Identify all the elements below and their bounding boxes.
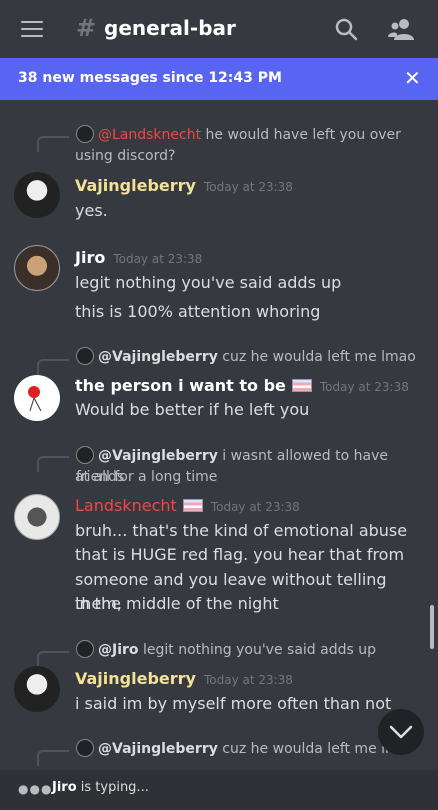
typing-dots-icon: ●●● [18,782,53,796]
message-author[interactable]: the person i want to be Today at 23:38 [75,376,409,395]
message-text: legit nothing you've said adds up [75,273,342,292]
message-author[interactable]: Vajingleberry Today at 23:38 [75,176,293,195]
message-author[interactable]: Jiro Today at 23:38 [75,248,202,267]
new-messages-banner[interactable]: 38 new messages since 12:43 PM ✕ [0,58,438,100]
typing-indicator: ●●● Jiro is typing... [0,770,438,810]
reply-text-continued: using discord? [75,148,176,164]
reply-preview[interactable]: @Vajingleberry cuz he woulda left me lma… [76,347,416,368]
reply-spine [37,750,69,766]
reply-avatar [76,640,94,658]
timestamp: Today at 23:38 [203,673,293,687]
reply-text: cuz he woulda left me lmao [217,349,416,365]
avatar[interactable] [14,494,60,540]
message-text: i said im by myself more often than not [75,694,392,713]
message-author[interactable]: Landsknecht Today at 23:38 [75,496,300,515]
hamburger-icon[interactable] [21,21,43,37]
trans-flag-icon [182,499,203,512]
members-icon[interactable] [388,17,416,41]
timestamp: Today at 23:38 [113,252,203,266]
timestamp: Today at 23:38 [319,380,409,394]
reply-preview[interactable]: @Landsknecht he would have left you over [76,125,401,146]
reply-text: legit nothing you've said adds up [138,642,376,658]
reply-avatar [76,347,94,365]
new-messages-text: 38 new messages since 12:43 PM [18,70,282,86]
chevron-down-icon [389,725,413,739]
message-text: that is HUGE red flag. you hear that fro… [75,545,405,564]
message-author[interactable]: Vajingleberry Today at 23:38 [75,669,293,688]
avatar[interactable] [14,245,60,291]
typing-text: Jiro is typing... [52,780,149,795]
reply-author: @Vajingleberry [98,741,218,757]
hash-icon: # [76,14,97,42]
message-text: bruh... that's the kind of emotional abu… [75,521,408,540]
channel-title: general-bar [104,16,236,40]
reply-spine [37,651,69,667]
jump-to-bottom-button[interactable] [378,709,424,755]
trans-flag-icon [291,379,312,392]
reply-author: @Vajingleberry [98,349,218,365]
scrollbar[interactable] [430,605,434,649]
reply-author: @Jiro [98,642,139,658]
timestamp: Today at 23:38 [210,500,300,514]
reply-author: @Vajingleberry [98,448,218,464]
reply-avatar [76,739,94,757]
reply-text-continued: at all for a long time [75,469,218,485]
reply-author: @Landsknecht [98,127,202,143]
message-text: yes. [75,201,108,220]
avatar[interactable] [14,375,60,421]
reply-preview[interactable]: @Jiro legit nothing you've said adds up [76,640,376,661]
channel-header: # general-bar [0,0,438,58]
reply-spine [37,359,69,375]
reply-preview[interactable]: @Vajingleberry cuz he woulda left me lma [76,739,407,760]
search-icon[interactable] [334,17,358,41]
reply-text: cuz he woulda left me lma [217,741,408,757]
message-text: this is 100% attention whoring [75,302,321,321]
close-banner-icon[interactable]: ✕ [404,66,421,90]
reply-spine [37,136,69,152]
reply-spine [37,456,69,472]
reply-avatar [76,125,94,143]
avatar[interactable] [14,666,60,712]
avatar[interactable] [14,172,60,218]
message-text: in the middle of the night [75,594,279,613]
message-text: Would be better if he left you [75,400,310,419]
reply-text: he would have left you over [201,127,401,143]
timestamp: Today at 23:38 [203,180,293,194]
reply-avatar [76,446,94,464]
message-list[interactable]: @Landsknecht he would have left you over… [0,100,438,770]
